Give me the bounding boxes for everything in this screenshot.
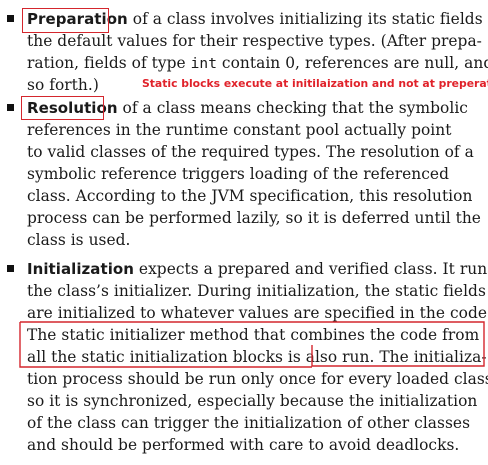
line-text: are initialized to whatever values are s… xyxy=(27,304,488,322)
line-text: the default values for their respective … xyxy=(27,32,482,50)
text-line: symbolic reference triggers loading of t… xyxy=(27,163,449,185)
text-line: class. According to the JVM specificatio… xyxy=(27,185,472,207)
text-line: of the class can trigger the initializat… xyxy=(27,412,470,434)
text-line: tion process should be run only once for… xyxy=(27,368,488,390)
line-text: of a class involves initializing its sta… xyxy=(132,10,488,28)
text-line: so it is synchronized, especially becaus… xyxy=(27,390,477,412)
text-line: are initialized to whatever values are s… xyxy=(27,302,488,324)
line-text: expects a prepared and verified class. I… xyxy=(138,260,488,278)
line-text: of the class can trigger the initializat… xyxy=(27,414,471,432)
line-text: so forth.) xyxy=(27,76,99,94)
term-initialization: Initialization xyxy=(27,260,134,278)
text-line: and should be performed with care to avo… xyxy=(27,434,459,456)
line-text: class. According to the JVM specificatio… xyxy=(27,187,473,205)
line-text: all the static initialization blocks is … xyxy=(27,348,487,366)
line-text: the class’s initializer. During initiali… xyxy=(27,282,486,300)
line-text: class is used. xyxy=(27,231,131,249)
text-line: The static initializer method that combi… xyxy=(27,324,479,346)
text-line: class is used. xyxy=(27,229,130,251)
line-text: contain 0, references are null, and xyxy=(216,54,488,72)
line-text: of a class means checking that the symbo… xyxy=(122,99,468,117)
line-text: symbolic reference triggers loading of t… xyxy=(27,165,449,183)
line-text: ration, fields of type xyxy=(27,54,191,72)
line-text: so it is synchronized, especially becaus… xyxy=(27,392,478,410)
line-text: and should be performed with care to avo… xyxy=(27,436,460,454)
line-text: to valid classes of the required types. … xyxy=(27,143,474,161)
text-line: process can be performed lazily, so it i… xyxy=(27,207,481,229)
text-line: to valid classes of the required types. … xyxy=(27,141,474,163)
line-text: process can be performed lazily, so it i… xyxy=(27,209,481,227)
text-line: all the static initialization blocks is … xyxy=(27,346,487,368)
text-line: Initialization expects a prepared and ve… xyxy=(27,258,488,280)
text-line: references in the runtime constant pool … xyxy=(27,119,451,141)
text-line: the default values for their respective … xyxy=(27,30,482,52)
highlight-box-preparation xyxy=(22,8,109,33)
text-line: ration, fields of type int contain 0, re… xyxy=(27,52,488,74)
code-int: int xyxy=(190,56,217,72)
annotation-note: Static blocks execute at initilaization … xyxy=(142,77,488,90)
bullet-icon xyxy=(7,104,14,111)
text-line: the class’s initializer. During initiali… xyxy=(27,280,486,302)
text-line: so forth.) xyxy=(27,74,99,96)
line-text: references in the runtime constant pool … xyxy=(27,121,452,139)
highlight-box-resolution xyxy=(21,96,104,120)
line-text: The static initializer method that combi… xyxy=(27,326,480,344)
bullet-icon xyxy=(7,15,14,22)
bullet-icon xyxy=(7,265,14,272)
line-text: tion process should be run only once for… xyxy=(27,370,488,388)
